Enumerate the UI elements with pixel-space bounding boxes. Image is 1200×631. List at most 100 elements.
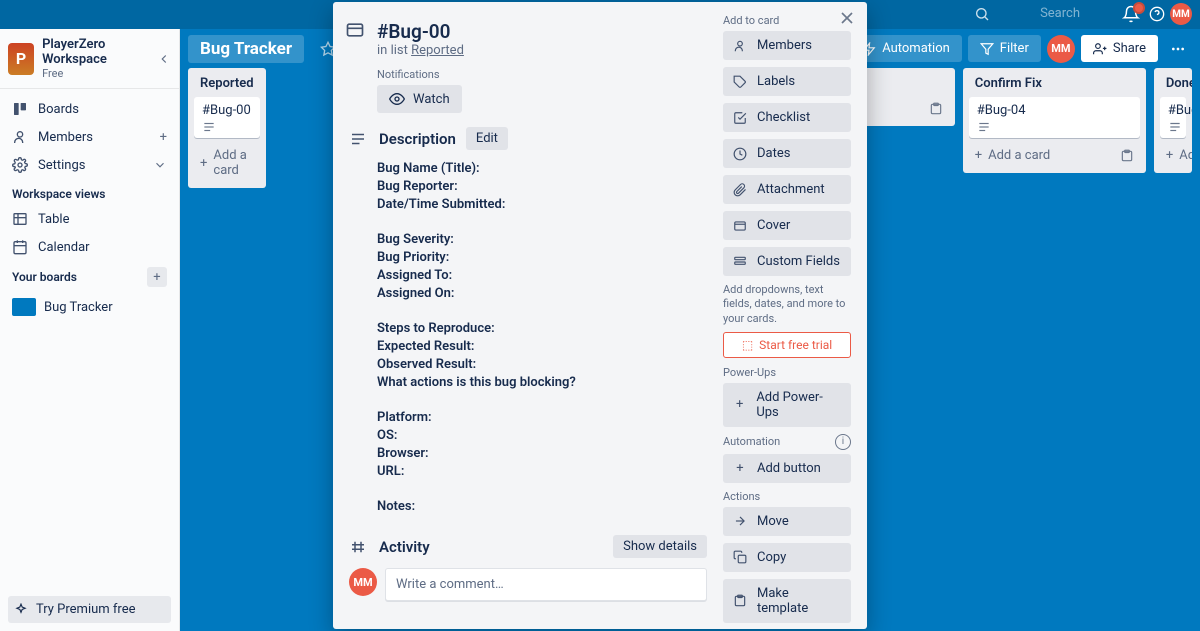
attachment-icon bbox=[733, 183, 747, 197]
search-input[interactable]: Search bbox=[1040, 6, 1080, 21]
template-icon[interactable] bbox=[929, 102, 943, 116]
avatar[interactable]: MM bbox=[1047, 35, 1075, 63]
add-card-button[interactable]: + Add a card bbox=[194, 144, 260, 182]
try-premium-button[interactable]: Try Premium free bbox=[8, 596, 171, 623]
close-icon[interactable] bbox=[837, 8, 857, 28]
workspace-plan: Free bbox=[42, 67, 149, 80]
clock-icon bbox=[733, 147, 747, 161]
card-title: #Bug-04 bbox=[977, 103, 1132, 118]
help-icon[interactable] bbox=[1149, 6, 1165, 22]
arrow-icon bbox=[733, 514, 747, 528]
description-field: Bug Name (Title): bbox=[377, 161, 707, 176]
column-confirm-fix: Confirm Fix #Bug-04 + Add a card bbox=[963, 68, 1146, 173]
start-trial-button[interactable]: ⬚Start free trial bbox=[723, 332, 851, 358]
sidebar-section-views: Workspace views bbox=[0, 179, 179, 205]
description-icon bbox=[349, 130, 369, 148]
gear-icon bbox=[12, 157, 28, 173]
description-header: Description bbox=[379, 130, 456, 148]
description-icon bbox=[1168, 120, 1182, 134]
plus-icon: + bbox=[733, 397, 746, 412]
card[interactable]: #Bug- bbox=[1160, 97, 1186, 138]
chevron-left-icon[interactable] bbox=[157, 52, 171, 66]
plus-icon[interactable]: + bbox=[160, 130, 167, 145]
copy-button[interactable]: Copy bbox=[723, 543, 851, 572]
watch-button[interactable]: Watch bbox=[377, 85, 462, 113]
description-field: OS: bbox=[377, 428, 707, 443]
sidebar-item-settings[interactable]: Settings bbox=[0, 151, 179, 179]
board-name-container[interactable]: Bug Tracker bbox=[188, 35, 304, 63]
add-card-button[interactable]: + Add a card bbox=[969, 144, 1140, 167]
column-title[interactable]: Reported bbox=[194, 74, 260, 97]
board-name: Bug Tracker bbox=[44, 300, 113, 315]
cover-button[interactable]: Cover bbox=[723, 211, 851, 240]
eye-icon bbox=[389, 91, 405, 107]
calendar-icon bbox=[12, 239, 28, 255]
workspace-name: PlayerZero Workspace bbox=[42, 37, 149, 67]
sidebar-item-calendar[interactable]: Calendar bbox=[0, 233, 179, 261]
filter-icon bbox=[980, 42, 994, 56]
sidebar-item-members[interactable]: Members + bbox=[0, 123, 179, 151]
card[interactable]: #Bug-04 bbox=[969, 97, 1140, 138]
plus-icon: + bbox=[200, 156, 207, 171]
add-board-icon[interactable]: + bbox=[147, 267, 167, 287]
description-field: Steps to Reproduce: bbox=[377, 321, 707, 336]
description-icon bbox=[977, 120, 991, 134]
list-link[interactable]: Reported bbox=[411, 43, 464, 58]
section-label: Automation i bbox=[723, 434, 851, 450]
dates-button[interactable]: Dates bbox=[723, 139, 851, 168]
section-label: Actions bbox=[723, 490, 851, 503]
add-card-button[interactable]: + Ad bbox=[1160, 144, 1186, 167]
description-field: Date/Time Submitted: bbox=[377, 197, 707, 212]
column-done: Done #Bug- + Ad bbox=[1154, 68, 1192, 173]
make-template-button[interactable]: Make template bbox=[723, 579, 851, 623]
card-title: #Bug- bbox=[1168, 103, 1178, 118]
column-title[interactable]: Done bbox=[1160, 74, 1186, 97]
description-field: What actions is this bug blocking? bbox=[377, 375, 707, 390]
move-button[interactable]: Move bbox=[723, 507, 851, 536]
description-field: URL: bbox=[377, 464, 707, 479]
activity-icon bbox=[349, 538, 369, 556]
column-title[interactable]: Confirm Fix bbox=[969, 74, 1140, 97]
search-icon[interactable] bbox=[974, 6, 990, 22]
user-plus-icon bbox=[1093, 42, 1107, 56]
card-dialog: #Bug-00 in list Reported Notifications W… bbox=[333, 2, 867, 629]
section-label: Power-Ups bbox=[723, 366, 851, 379]
sidebar-item-label: Boards bbox=[38, 102, 79, 117]
cover-icon bbox=[733, 219, 747, 233]
labels-button[interactable]: Labels bbox=[723, 67, 851, 96]
sidebar-item-label: Table bbox=[38, 212, 69, 227]
copy-icon bbox=[733, 550, 747, 564]
sidebar-item-label: Calendar bbox=[38, 240, 90, 255]
avatar[interactable]: MM bbox=[1170, 3, 1192, 25]
show-menu-button[interactable] bbox=[1164, 41, 1192, 57]
attachment-button[interactable]: Attachment bbox=[723, 175, 851, 204]
sidebar-item-boards[interactable]: Boards bbox=[0, 95, 179, 123]
custom-fields-icon bbox=[733, 255, 747, 269]
avatar: MM bbox=[349, 568, 377, 596]
sidebar-board-item[interactable]: Bug Tracker bbox=[0, 293, 179, 321]
template-icon[interactable] bbox=[1120, 149, 1134, 163]
comment-input[interactable]: Write a comment… bbox=[385, 568, 707, 601]
description-body[interactable]: Bug Name (Title):Bug Reporter:Date/Time … bbox=[349, 150, 707, 525]
description-field: Bug Priority: bbox=[377, 250, 707, 265]
sidebar-item-table[interactable]: Table bbox=[0, 205, 179, 233]
dialog-title[interactable]: #Bug-00 bbox=[349, 14, 707, 43]
checklist-button[interactable]: Checklist bbox=[723, 103, 851, 132]
notification-badge bbox=[1133, 2, 1145, 14]
add-button-button[interactable]: +Add button bbox=[723, 454, 851, 483]
description-field: Browser: bbox=[377, 446, 707, 461]
card[interactable]: #Bug-00 bbox=[194, 97, 260, 138]
edit-button[interactable]: Edit bbox=[466, 127, 508, 150]
custom-fields-button[interactable]: Custom Fields bbox=[723, 247, 851, 276]
info-icon[interactable]: i bbox=[835, 434, 851, 450]
share-button[interactable]: Share bbox=[1081, 35, 1158, 62]
add-power-ups-button[interactable]: +Add Power-Ups bbox=[723, 383, 851, 427]
column-reported: Reported #Bug-00 + Add a card bbox=[188, 68, 266, 188]
members-icon bbox=[12, 129, 28, 145]
filter-button[interactable]: Filter bbox=[968, 35, 1041, 62]
table-icon bbox=[12, 211, 28, 227]
sparkle-icon bbox=[14, 603, 28, 617]
show-details-button[interactable]: Show details bbox=[613, 535, 707, 558]
dialog-list-location: in list Reported bbox=[349, 43, 707, 58]
members-button[interactable]: Members bbox=[723, 31, 851, 60]
